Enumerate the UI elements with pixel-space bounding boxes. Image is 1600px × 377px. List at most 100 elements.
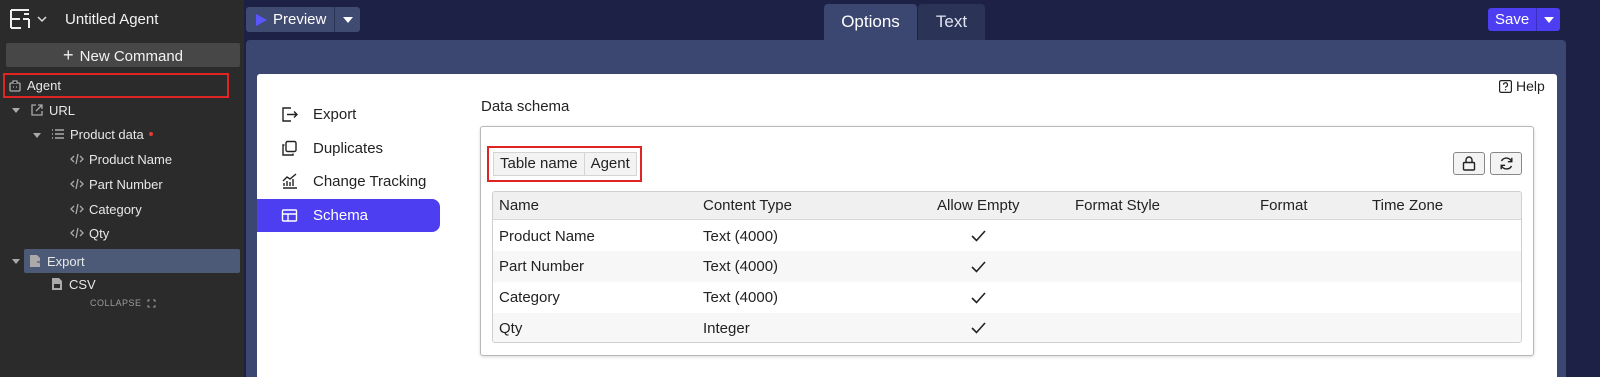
preview-button[interactable]: Preview	[246, 7, 335, 32]
tree-item-agent[interactable]: Agent	[3, 73, 229, 98]
nav-label: Export	[313, 106, 357, 123]
check-icon[interactable]	[971, 291, 986, 304]
schema-grid: Name Content Type Allow Empty Format Sty…	[492, 191, 1522, 343]
column-header[interactable]: Content Type	[703, 197, 792, 214]
table-name-label: Table name	[494, 153, 585, 175]
save-dropdown-button[interactable]	[1536, 8, 1561, 31]
code-icon	[70, 153, 84, 165]
nav-label: Schema	[313, 207, 369, 224]
tree-item-url[interactable]: URL	[30, 98, 75, 122]
save-button-group: Save	[1488, 8, 1561, 31]
check-icon[interactable]	[971, 230, 986, 242]
tree-label: URL	[49, 102, 76, 118]
nav-label: Change Tracking	[313, 173, 427, 190]
tree-item-product-name[interactable]: Product Name	[70, 147, 172, 171]
column-header[interactable]: Allow Empty	[937, 197, 1020, 214]
export-icon	[282, 107, 298, 122]
csv-file-icon	[52, 278, 62, 290]
chevron-down-icon[interactable]	[37, 15, 47, 23]
cell-name: Part Number	[499, 258, 585, 275]
caret-down-icon	[342, 16, 353, 23]
help-label: Help	[1516, 78, 1545, 94]
table-icon	[281, 209, 298, 222]
tree-item-qty[interactable]: Qty	[70, 221, 109, 245]
caret-down-icon[interactable]	[32, 130, 42, 140]
lock-button[interactable]	[1453, 152, 1485, 175]
cell-content-type[interactable]: Text (4000)	[703, 258, 778, 275]
column-header[interactable]: Time Zone	[1372, 197, 1443, 214]
table-name-field-highlight: Table name Agent	[487, 146, 642, 182]
duplicate-icon	[282, 140, 297, 156]
preview-label: Preview	[273, 11, 327, 28]
cell-name: Product Name	[499, 227, 595, 245]
tree-item-product-data[interactable]: Product data	[51, 122, 153, 146]
tree-label: CSV	[69, 276, 96, 292]
column-header[interactable]: Name	[499, 197, 539, 214]
refresh-button[interactable]	[1490, 152, 1522, 175]
help-button[interactable]: Help	[1499, 78, 1545, 94]
list-icon	[52, 129, 64, 139]
grid-header-row: Name Content Type Allow Empty Format Sty…	[493, 192, 1521, 220]
code-icon	[70, 178, 84, 190]
caret-down-icon[interactable]	[11, 256, 21, 266]
unsaved-dot	[148, 132, 153, 136]
tab-text[interactable]: Text	[918, 4, 985, 40]
collapse-icon	[147, 299, 156, 307]
table-name-field[interactable]: Table name Agent	[493, 152, 637, 176]
tree-item-csv[interactable]: CSV	[50, 272, 96, 296]
nav-label: Duplicates	[313, 140, 384, 157]
table-name-value[interactable]: Agent	[585, 153, 636, 175]
cell-name: Qty	[499, 319, 523, 337]
table-row[interactable]: Category Text (4000)	[493, 282, 1521, 313]
nav-duplicates[interactable]: Duplicates	[257, 132, 440, 165]
table-row[interactable]: Qty Integer	[493, 313, 1521, 342]
code-icon	[70, 227, 84, 239]
lock-icon	[1462, 156, 1476, 171]
nav-schema[interactable]: Schema	[257, 199, 440, 232]
tree-label: Export	[47, 253, 85, 269]
tree-item-category[interactable]: Category	[70, 197, 142, 221]
save-button[interactable]: Save	[1488, 8, 1537, 31]
tree-label: Category	[89, 201, 142, 217]
tree-item-part-number[interactable]: Part Number	[70, 172, 163, 196]
collapse-label: COLLAPSE	[90, 298, 142, 308]
agent-title[interactable]: Untitled Agent	[65, 11, 158, 28]
tree-label: Qty	[89, 225, 110, 241]
collapse-button[interactable]: COLLAPSE	[90, 298, 156, 308]
column-header[interactable]: Format	[1260, 197, 1308, 214]
cell-content-type[interactable]: Text (4000)	[703, 228, 778, 245]
caret-down-icon[interactable]	[11, 105, 21, 115]
new-command-label: New Command	[79, 48, 184, 65]
cell-content-type[interactable]: Text (4000)	[703, 289, 778, 306]
check-icon[interactable]	[971, 322, 986, 334]
app-logo-icon[interactable]	[9, 8, 31, 30]
sidebar: Untitled Agent + New Command Agent URL P…	[0, 0, 244, 377]
export-file-icon	[30, 255, 42, 267]
code-icon	[70, 203, 84, 215]
play-icon	[256, 13, 267, 26]
tree-item-export[interactable]: Export	[24, 249, 240, 273]
preview-dropdown-button[interactable]	[334, 7, 361, 32]
table-row[interactable]: Part Number Text (4000)	[493, 251, 1521, 282]
plus-icon: +	[62, 45, 74, 65]
tree-label: Product data	[70, 126, 144, 142]
cell-content-type[interactable]: Integer	[703, 320, 750, 337]
new-command-button[interactable]: + New Command	[6, 43, 240, 67]
column-header[interactable]: Format Style	[1075, 197, 1160, 214]
tree-label: Agent	[27, 78, 61, 93]
tab-options[interactable]: Options	[824, 4, 917, 40]
check-icon[interactable]	[971, 260, 986, 273]
tree-label: Part Number	[89, 176, 163, 192]
schema-title: Data schema	[481, 98, 570, 115]
refresh-icon	[1500, 157, 1512, 170]
table-row[interactable]: Product Name Text (4000)	[493, 221, 1521, 251]
preview-button-group: Preview	[246, 7, 361, 32]
tree-label: Product Name	[89, 151, 173, 167]
nav-change-tracking[interactable]: Change Tracking	[257, 165, 440, 198]
agent-icon	[9, 79, 21, 92]
chart-trend-icon	[282, 173, 297, 189]
caret-down-icon	[1543, 16, 1554, 23]
cell-name: Category	[499, 289, 560, 306]
nav-export[interactable]: Export	[257, 98, 440, 131]
sidebar-header: Untitled Agent	[0, 0, 244, 40]
